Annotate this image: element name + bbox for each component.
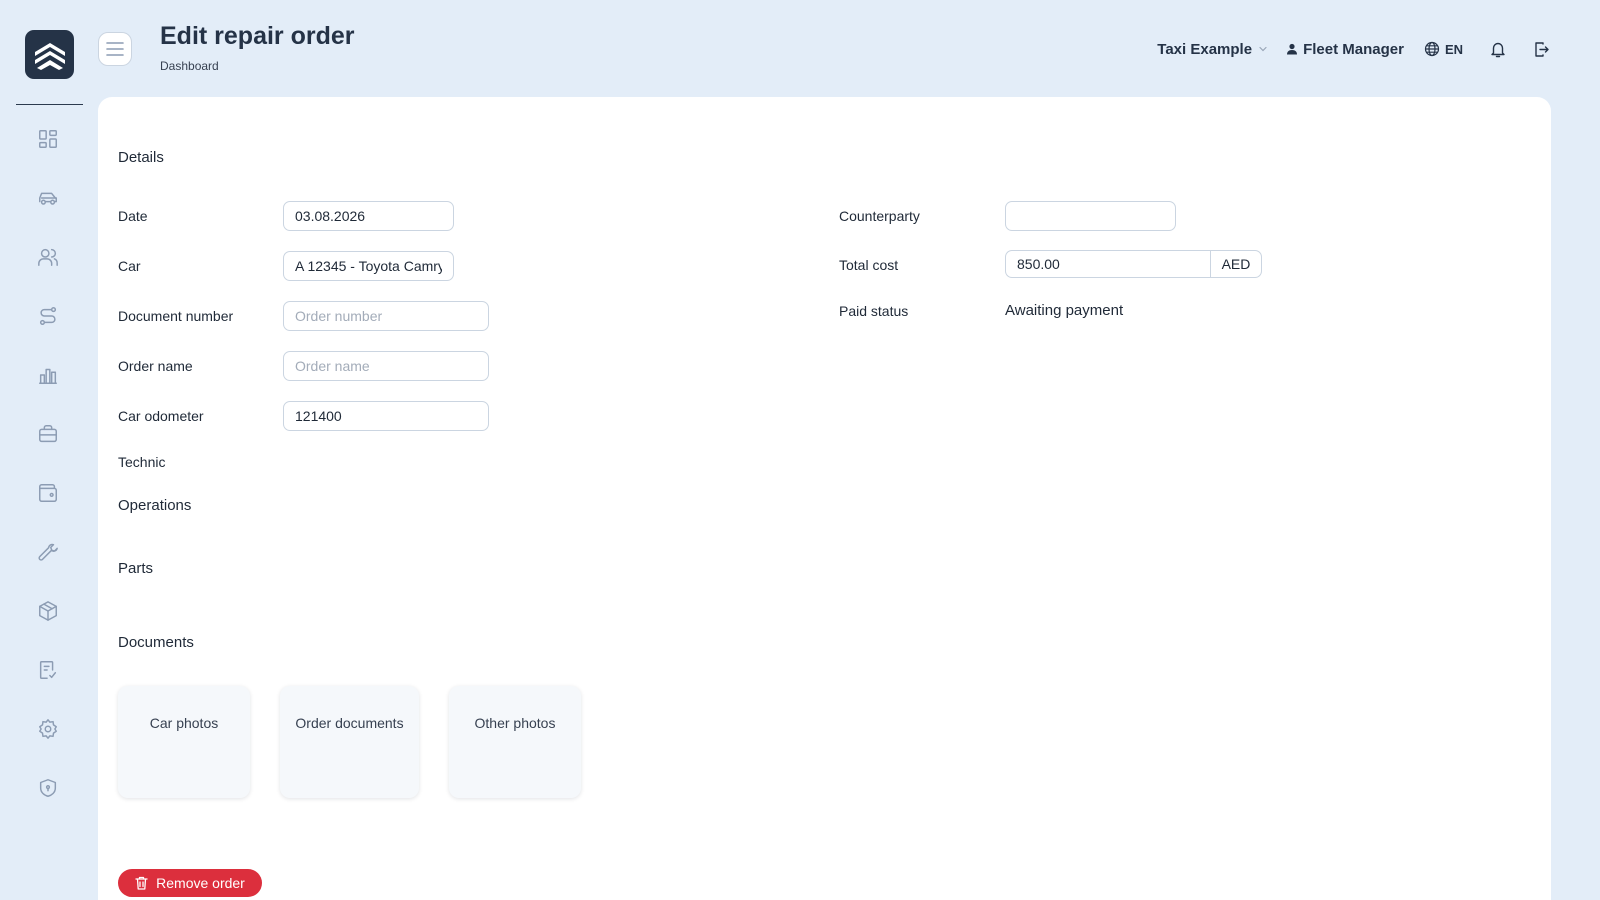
users-icon xyxy=(38,248,58,266)
sidebar-item-repairs[interactable] xyxy=(36,540,60,564)
briefcase-icon xyxy=(39,425,57,443)
car-select[interactable] xyxy=(283,251,454,281)
dashboard-icon xyxy=(39,130,57,148)
chart-icon xyxy=(39,368,57,384)
car-icon xyxy=(39,192,57,205)
order-documents-tile[interactable]: Order documents xyxy=(280,686,419,798)
notifications-button[interactable] xyxy=(1489,40,1507,58)
sidebar-item-finance[interactable] xyxy=(36,481,60,505)
breadcrumb[interactable]: Dashboard xyxy=(160,59,219,73)
gear-icon xyxy=(39,719,57,739)
sidebar-item-drivers[interactable] xyxy=(36,245,60,269)
counterparty-label: Counterparty xyxy=(839,208,920,224)
sidebar-item-dashboard[interactable] xyxy=(36,127,60,151)
currency-addon: AED xyxy=(1210,250,1262,278)
chevron-down-icon xyxy=(1259,46,1267,52)
car-odometer-label: Car odometer xyxy=(118,408,204,424)
total-cost-input[interactable] xyxy=(1005,250,1210,278)
company-name: Taxi Example xyxy=(1157,40,1253,58)
date-label: Date xyxy=(118,208,148,224)
remove-order-label: Remove order xyxy=(156,875,245,891)
other-photos-tile[interactable]: Other photos xyxy=(449,686,581,798)
order-name-label: Order name xyxy=(118,358,193,374)
sidebar-item-business[interactable] xyxy=(36,422,60,446)
sidebar-item-settings[interactable] xyxy=(36,717,60,741)
order-documents-label: Order documents xyxy=(295,715,404,731)
document-number-label: Document number xyxy=(118,308,234,324)
header-toolbar: Taxi Example Fleet Manager EN xyxy=(1157,38,1550,60)
globe-icon xyxy=(1424,41,1440,57)
car-photos-tile[interactable]: Car photos xyxy=(118,686,250,798)
sidebar xyxy=(0,0,96,900)
sidebar-item-security[interactable] xyxy=(36,776,60,800)
sidebar-item-routes[interactable] xyxy=(36,304,60,328)
language-code: EN xyxy=(1444,41,1463,57)
logout-button[interactable] xyxy=(1533,41,1550,58)
document-number-input[interactable] xyxy=(283,301,489,331)
order-name-input[interactable] xyxy=(283,351,489,381)
user-name: Fleet Manager xyxy=(1303,40,1404,58)
package-icon xyxy=(39,601,57,621)
hamburger-icon xyxy=(106,42,124,56)
app-logo[interactable] xyxy=(25,30,74,79)
counterparty-select[interactable] xyxy=(1005,201,1176,231)
checklist-icon xyxy=(39,661,57,679)
bell-icon xyxy=(1491,42,1505,58)
details-section-title: Details xyxy=(118,149,164,166)
user-menu[interactable]: Fleet Manager xyxy=(1286,41,1404,58)
paid-status-value: Awaiting payment xyxy=(1005,302,1124,319)
sidebar-item-inventory[interactable] xyxy=(36,599,60,623)
menu-toggle-button[interactable] xyxy=(98,32,132,66)
parts-section-title: Parts xyxy=(118,560,154,577)
other-photos-label: Other photos xyxy=(474,715,556,731)
car-label: Car xyxy=(118,258,141,274)
documents-section-title: Documents xyxy=(118,634,194,651)
wrench-icon xyxy=(38,543,58,561)
sidebar-item-reports[interactable] xyxy=(36,363,60,387)
sidebar-divider xyxy=(16,104,83,105)
paid-status-label: Paid status xyxy=(839,303,909,319)
sidebar-item-inspections[interactable] xyxy=(36,658,60,682)
company-selector[interactable]: Taxi Example xyxy=(1157,41,1268,58)
date-input[interactable] xyxy=(283,201,454,231)
user-icon xyxy=(1287,43,1298,55)
logout-icon xyxy=(1535,41,1549,57)
car-odometer-input[interactable] xyxy=(283,401,489,431)
route-icon xyxy=(39,307,57,325)
page-title: Edit repair order xyxy=(160,22,355,50)
total-cost-label: Total cost xyxy=(839,257,899,273)
sidebar-item-cars[interactable] xyxy=(36,186,60,210)
remove-order-button[interactable]: Remove order xyxy=(118,869,262,897)
shield-icon xyxy=(39,779,57,797)
operations-section-title: Operations xyxy=(118,497,192,514)
repair-order-form-card: Details Date Car Document number Order n… xyxy=(98,97,1551,900)
car-photos-label: Car photos xyxy=(149,715,219,731)
total-cost-group: AED xyxy=(1005,250,1262,278)
wallet-icon xyxy=(39,484,57,502)
chevrons-up-logo-icon xyxy=(34,42,65,70)
language-selector[interactable]: EN xyxy=(1424,41,1463,57)
trash-icon xyxy=(135,876,148,890)
technic-label: Technic xyxy=(118,454,166,470)
